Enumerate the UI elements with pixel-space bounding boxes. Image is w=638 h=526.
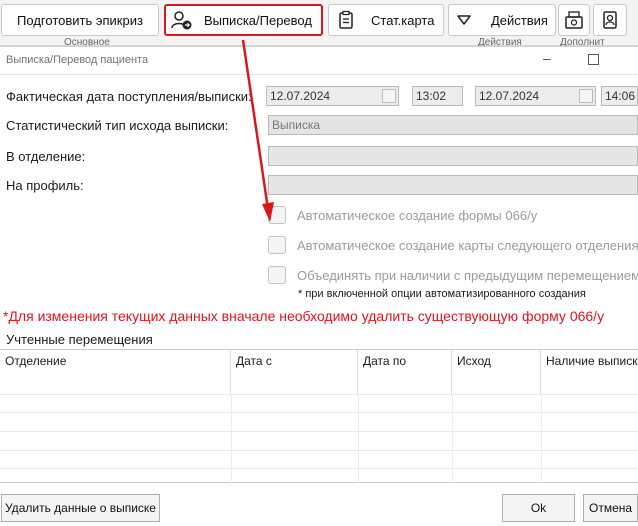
discharge-time-field[interactable]: 14:06 (601, 86, 638, 106)
merge-checkbox[interactable] (268, 266, 286, 284)
column-header-date-from[interactable]: Дата с (231, 350, 358, 394)
maximize-icon[interactable] (588, 52, 599, 68)
table-column-divider (452, 394, 453, 484)
dialog-title: Выписка/Перевод пациента (6, 54, 149, 66)
ribbon-toolbar: Подготовить эпикриз Выписка/Перевод Стат… (0, 0, 638, 48)
discharge-time-value: 14:06 (605, 89, 636, 103)
outcome-type-label: Статистический тип исхода выписки: (6, 118, 229, 133)
table-row-divider (0, 468, 638, 469)
auto-card-label: Автоматическое создание карты следующего… (297, 237, 638, 253)
minimize-icon[interactable]: – (543, 50, 551, 66)
table-column-divider (541, 394, 542, 484)
admission-time-field[interactable]: 13:02 (412, 86, 463, 106)
dialog-titlebar: Выписка/Перевод пациента – (0, 47, 638, 75)
discharge-date-field[interactable]: 12.07.2024 (475, 86, 596, 106)
table-row-divider (0, 450, 638, 451)
discharge-date-value: 12.07.2024 (479, 89, 540, 103)
clipboard-icon (335, 9, 357, 31)
ok-button[interactable]: Ok (502, 494, 575, 522)
auto-card-checkbox-row[interactable]: Автоматическое создание карты следующего… (268, 236, 638, 254)
profile-select[interactable] (268, 175, 638, 195)
admission-date-value: 12.07.2024 (270, 89, 331, 103)
discharge-transfer-button[interactable]: Выписка/Перевод (164, 4, 323, 36)
prepare-epicrisis-button[interactable]: Подготовить эпикриз (1, 4, 159, 36)
auto-form-label: Автоматическое создание формы 066/у (297, 207, 538, 223)
column-header-department[interactable]: Отделение (0, 350, 231, 394)
delete-discharge-button[interactable]: Удалить данные о выписке (1, 494, 160, 522)
column-header-date-to[interactable]: Дата по (358, 350, 452, 394)
movements-title: Учтенные перемещения (6, 332, 153, 347)
profile-label: На профиль: (6, 178, 84, 193)
discharge-transfer-label: Выписка/Перевод (204, 12, 312, 28)
department-select[interactable] (268, 146, 638, 166)
admission-time-value: 13:02 (416, 89, 447, 103)
actions-button[interactable]: Действия (448, 4, 556, 36)
outcome-type-value: Выписка (272, 118, 321, 132)
auto-form-checkbox[interactable] (268, 206, 286, 224)
stat-card-label: Стат.карта (371, 12, 435, 28)
column-header-discharge-presence[interactable]: Наличие выписки (541, 350, 638, 394)
user-transfer-icon (170, 9, 192, 31)
outcome-type-select[interactable]: Выписка (268, 115, 638, 135)
prepare-epicrisis-label: Подготовить эпикриз (17, 12, 143, 28)
table-row-divider (0, 412, 638, 413)
table-row-divider (0, 431, 638, 432)
stat-card-button[interactable]: Стат.карта (328, 4, 444, 36)
calendar-icon[interactable] (382, 89, 396, 103)
department-label: В отделение: (6, 149, 86, 164)
column-header-outcome[interactable]: Исход (452, 350, 541, 394)
table-row-divider (0, 394, 638, 395)
merge-label: Объединять при наличии с предыдущим пере… (297, 267, 638, 283)
table-column-divider (358, 394, 359, 484)
triangle-down-icon (453, 9, 475, 31)
admission-date-field[interactable]: 12.07.2024 (266, 86, 399, 106)
merge-checkbox-row[interactable]: Объединять при наличии с предыдущим пере… (268, 266, 638, 284)
extra-button-1[interactable] (558, 4, 590, 36)
extra-button-2[interactable] (593, 4, 627, 36)
actions-label: Действия (491, 12, 548, 28)
auto-creation-note: * при включенной опции автоматизированно… (298, 288, 586, 300)
movements-table: Отделение Дата с Дата по Исход Наличие в… (0, 349, 638, 484)
discharge-dialog: Выписка/Перевод пациента – Фактическая д… (0, 46, 638, 526)
auto-card-checkbox[interactable] (268, 236, 286, 254)
cash-register-icon (563, 9, 585, 31)
warning-message: *Для изменения текущих данных вначале не… (3, 308, 605, 324)
auto-form-checkbox-row[interactable]: Автоматическое создание формы 066/у (268, 206, 537, 224)
id-badge-icon (599, 9, 621, 31)
cancel-button[interactable]: Отмена (583, 494, 638, 522)
table-column-divider (231, 394, 232, 484)
actual-date-label: Фактическая дата поступления/выписки: (6, 89, 252, 104)
calendar-icon[interactable] (579, 89, 593, 103)
